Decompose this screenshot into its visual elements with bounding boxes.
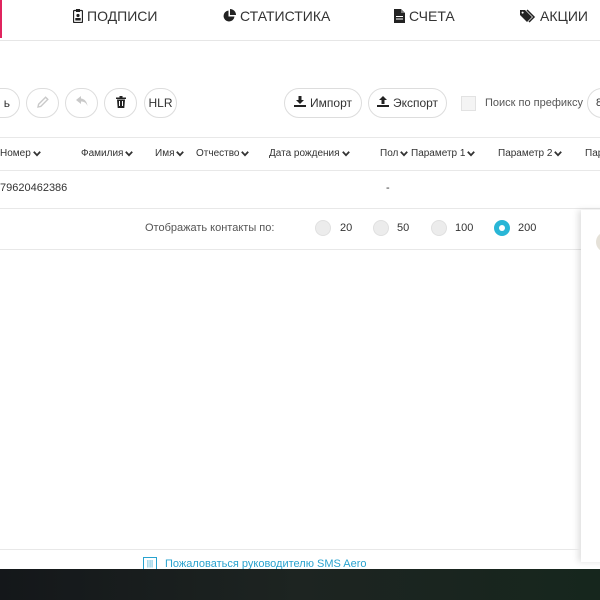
undo-button[interactable] [65,88,98,118]
page-size-option-label: 50 [397,222,410,234]
column-label: Пол [380,148,399,159]
badge-icon [73,9,83,23]
avatar[interactable] [596,232,600,252]
side-panel [581,210,600,562]
reply-icon [75,96,88,110]
chevron-down-icon [176,150,185,157]
add-contact-label: ь [3,96,10,110]
document-icon [394,9,405,23]
page-size-radio-50[interactable] [373,220,389,236]
hlr-button[interactable]: HLR [144,88,177,118]
nav-item-promotions[interactable]: АКЦИИ [520,7,588,25]
cell-number: 79620462386 [0,182,68,194]
column-header-param2[interactable]: Параметр 2 [498,148,563,159]
column-header-patronymic[interactable]: Отчество [196,148,250,159]
export-button[interactable]: Экспорт [368,88,447,118]
cell-gender: - [386,182,390,194]
chevron-down-icon [125,150,134,157]
complaint-link-label: Пожаловаться руководителю SMS Aero [165,557,367,570]
column-header-surname[interactable]: Фамилия [81,148,134,159]
column-label: Имя [155,148,175,159]
nav-label: СТАТИСТИКА [240,8,331,24]
nav-item-statistics[interactable]: СТАТИСТИКА [222,7,330,25]
chevron-down-icon [400,150,409,157]
column-label: Пар [585,148,600,159]
column-header-param1[interactable]: Параметр 1 [411,148,476,159]
prefix-search-label: Поиск по префиксу [485,97,583,109]
column-label: Дата рождения [269,148,340,159]
table-row[interactable]: 79620462386 - [0,170,600,209]
export-label: Экспорт [392,96,439,110]
download-icon [294,96,307,110]
column-label: Параметр 2 [498,148,553,159]
column-label: Отчество [196,148,240,159]
chevron-down-icon [554,150,563,157]
edit-button[interactable] [26,88,59,118]
tags-icon [520,9,536,23]
column-label: Параметр 1 [411,148,466,159]
pie-chart-icon [222,9,236,23]
page-size-option-label: 100 [455,222,474,234]
page-size-radio-20[interactable] [315,220,331,236]
nav-label: ПОДПИСИ [87,8,158,24]
import-label: Импорт [310,96,352,110]
top-nav: ПОДПИСИ СТАТИСТИКА СЧЕТА АКЦИИ [0,0,600,41]
trash-icon [115,95,126,111]
import-button[interactable]: Импорт [284,88,362,118]
column-label: Номер [0,148,31,159]
footer-divider [0,549,581,550]
page-size-label: Отображать контакты по: [145,222,275,234]
edge-button[interactable]: 8 [587,88,600,118]
column-header-param3[interactable]: Пар [585,148,600,159]
pencil-icon [36,95,49,111]
column-header-name[interactable]: Имя [155,148,185,159]
delete-button[interactable] [104,88,137,118]
chevron-down-icon [341,150,350,157]
nav-label: СЧЕТА [409,8,455,24]
page-size-option-label: 20 [340,222,353,234]
nav-item-invoices[interactable]: СЧЕТА [394,7,455,25]
chevron-down-icon [467,150,476,157]
upload-icon [376,96,389,110]
page-size-radio-100[interactable] [431,220,447,236]
table-header: Номер Фамилия Имя Отчество Дата рождения… [0,137,600,171]
nav-label: АКЦИИ [540,8,588,24]
column-label: Фамилия [81,148,124,159]
nav-item-signatures[interactable]: ПОДПИСИ [73,7,157,25]
add-contact-button[interactable]: ь [0,88,20,118]
dark-footer-band [0,569,600,600]
chevron-down-icon [32,150,41,157]
column-header-number[interactable]: Номер [0,148,41,159]
chevron-down-icon [241,150,250,157]
page-size-option-label: 200 [518,222,537,234]
active-tab-indicator [0,0,2,38]
column-header-gender[interactable]: Пол [380,148,409,159]
page-size-selector: Отображать контакты по: 20 50 100 200 [0,209,600,250]
page-size-radio-200[interactable] [494,220,510,236]
edge-label: 8 [596,97,600,109]
column-header-birthdate[interactable]: Дата рождения [269,148,350,159]
prefix-search-checkbox[interactable] [461,96,476,111]
hlr-label: HLR [148,96,173,110]
